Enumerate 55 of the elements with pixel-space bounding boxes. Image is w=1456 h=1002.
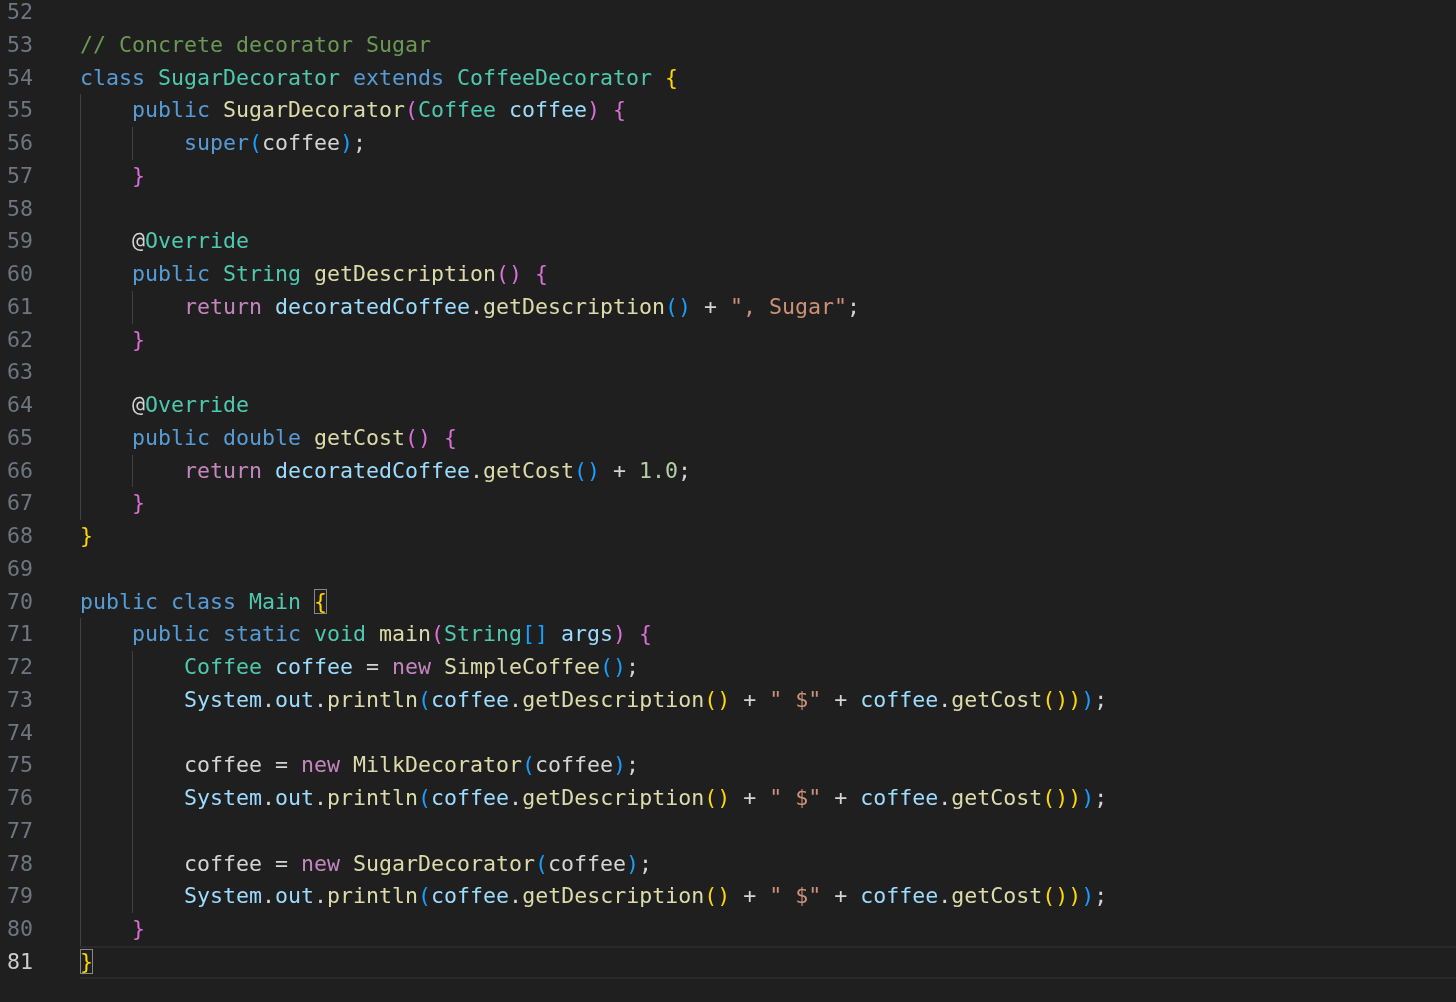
line-number: 80 — [6, 915, 34, 943]
code-line: return decoratedCoffee.getCost() + 1.0; — [183, 457, 692, 483]
code-line: } — [131, 490, 145, 516]
code-line: // Concrete decorator Sugar — [80, 31, 431, 57]
code-line: } — [80, 948, 93, 974]
line-number: 81 — [6, 947, 34, 976]
line-number: 78 — [6, 849, 34, 878]
line-number: 54 — [6, 63, 34, 92]
code-line: } — [131, 916, 145, 941]
code-line: } — [80, 523, 93, 548]
code-line: public class Main { — [80, 588, 328, 614]
line-number: 72 — [6, 653, 34, 681]
line-number: 73 — [6, 685, 34, 714]
line-number: 56 — [6, 129, 34, 157]
code-line: Coffee coffee = new SimpleCoffee(); — [183, 654, 640, 679]
code-line: } — [131, 162, 145, 188]
code-line: class SugarDecorator extends CoffeeDecorator { — [80, 64, 679, 90]
code-line: public SugarDecorator(Coffee coffee) { — [131, 97, 627, 123]
code-line: return decoratedCoffee.getDescription() + ", Sugar"; — [183, 293, 861, 319]
line-number: 69 — [6, 554, 34, 583]
code-line: @Override — [131, 392, 250, 417]
line-number: 79 — [6, 882, 34, 911]
line-number: 53 — [6, 30, 34, 59]
line-number: 63 — [6, 358, 34, 387]
code-line: public String getDescription() { — [131, 261, 549, 286]
line-number: 75 — [6, 751, 34, 780]
line-number: 65 — [6, 423, 34, 452]
code-line: System.out.println(coffee.getDescription() + " $" + coffee.getCost())); — [183, 883, 1108, 909]
line-number: 70 — [6, 587, 34, 616]
line-number: 77 — [6, 816, 34, 845]
line-number: 52 — [6, 0, 34, 26]
code-line: System.out.println(coffee.getDescription() + " $" + coffee.getCost())); — [183, 785, 1108, 810]
code-line: System.out.println(coffee.getDescription() + " $" + coffee.getCost())); — [183, 686, 1108, 712]
line-number: 66 — [6, 456, 34, 485]
code-editor[interactable] — [0, 0, 1456, 1002]
line-number: 58 — [6, 194, 34, 223]
code-line: super(coffee); — [183, 130, 367, 155]
line-number: 59 — [6, 227, 34, 256]
line-number: 55 — [6, 96, 34, 125]
line-number: 74 — [6, 718, 34, 747]
line-number: 61 — [6, 292, 34, 321]
line-number: 62 — [6, 325, 34, 354]
code-line: coffee = new SugarDecorator(coffee); — [183, 850, 653, 876]
line-number: 67 — [6, 489, 34, 518]
code-line: @Override — [131, 228, 250, 254]
line-number: 57 — [6, 161, 34, 190]
line-number: 71 — [6, 620, 34, 649]
code-line: } — [131, 326, 145, 352]
line-number: 60 — [6, 260, 34, 288]
code-line: public double getCost() { — [131, 424, 458, 450]
line-number: 68 — [6, 522, 34, 550]
line-number: 64 — [6, 391, 34, 419]
code-line: coffee = new MilkDecorator(coffee); — [183, 752, 640, 778]
code-line: public static void main(String[] args) { — [131, 621, 653, 647]
line-number: 76 — [6, 784, 34, 812]
